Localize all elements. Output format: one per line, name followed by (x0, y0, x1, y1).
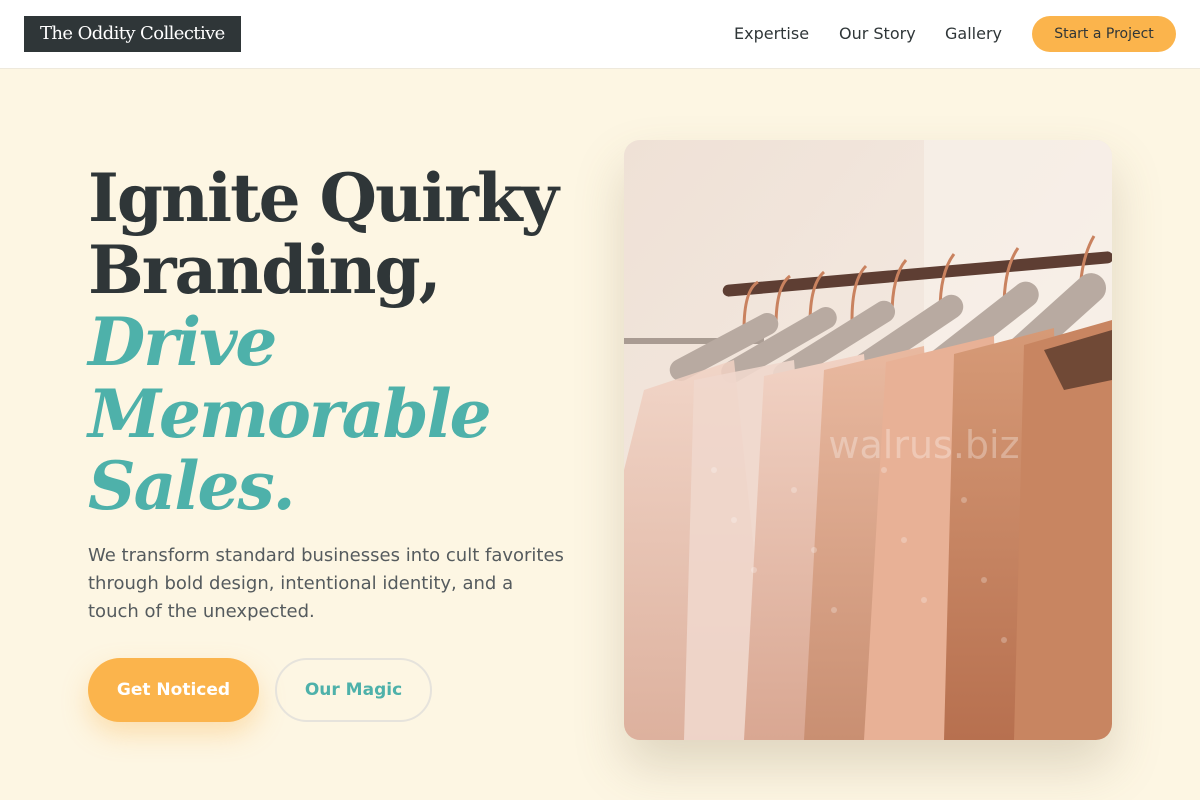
hero-headline: Ignite Quirky Branding, Drive Memorable … (88, 162, 588, 522)
headline-line-1: Ignite Quirky (88, 159, 559, 237)
nav-link-gallery[interactable]: Gallery (945, 22, 1002, 46)
headline-accent-line-3: Sales. (88, 447, 296, 525)
site-header: The Oddity Collective Expertise Our Stor… (0, 0, 1200, 69)
nav-link-expertise[interactable]: Expertise (734, 22, 809, 46)
headline-accent-line-2: Memorable (88, 375, 492, 453)
clothing-rack-illustration: walrus.biz (624, 140, 1112, 740)
hero-subtext: We transform standard businesses into cu… (88, 545, 564, 622)
hero-image: walrus.biz (624, 140, 1112, 740)
headline-line-2: Branding, (88, 231, 442, 309)
nav-link-our-story[interactable]: Our Story (839, 22, 916, 46)
start-project-button[interactable]: Start a Project (1032, 16, 1176, 52)
headline-accent-line-1: Drive (88, 303, 277, 381)
our-magic-button[interactable]: Our Magic (275, 658, 432, 722)
image-watermark: walrus.biz (828, 423, 1019, 467)
get-noticed-button[interactable]: Get Noticed (88, 658, 259, 722)
site-logo[interactable]: The Oddity Collective (24, 16, 241, 52)
